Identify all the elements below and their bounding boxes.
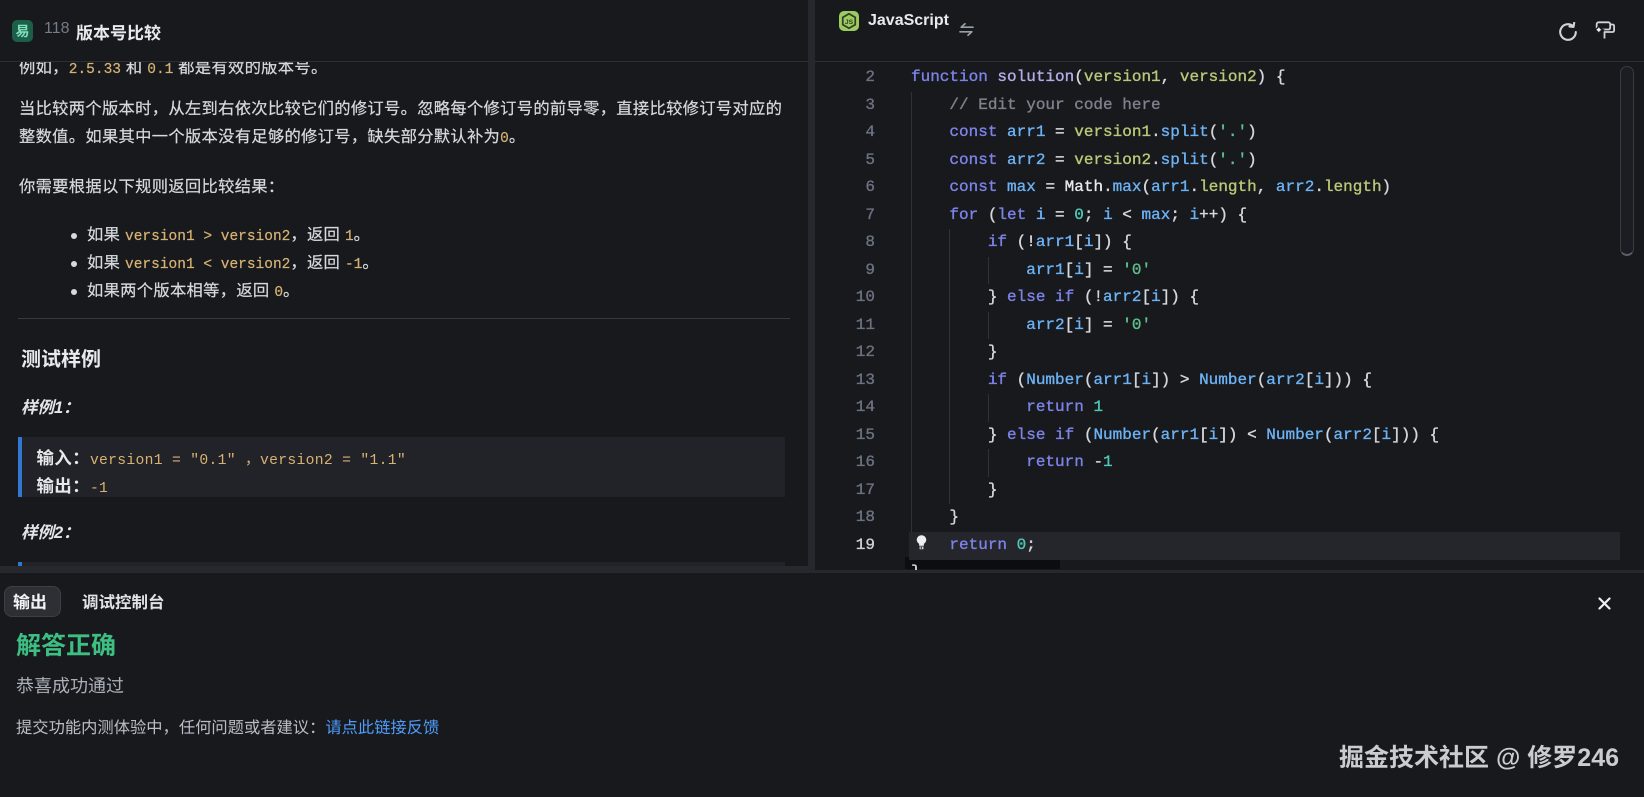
svg-text:JS: JS [845,19,854,26]
